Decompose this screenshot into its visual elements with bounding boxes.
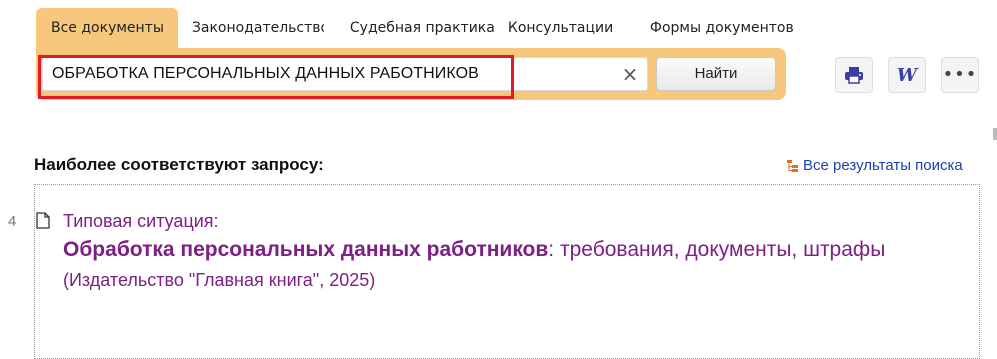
- result-source[interactable]: (Издательство "Главная книга", 2025): [63, 268, 943, 292]
- scrollbar-edge[interactable]: [993, 128, 997, 140]
- results-heading: Наиболее соответствуют запросу:: [34, 155, 324, 174]
- find-button[interactable]: Найти: [656, 57, 776, 91]
- more-icon: •••: [942, 64, 978, 85]
- all-results-link[interactable]: Все результаты поиска: [786, 157, 963, 174]
- result-type[interactable]: Типовая ситуация:: [63, 209, 943, 233]
- word-export-icon: W: [896, 64, 918, 86]
- all-results-label[interactable]: Все результаты поиска: [803, 157, 963, 174]
- tree-list-icon: [787, 159, 798, 172]
- tab-all-documents[interactable]: Все документы: [36, 8, 178, 48]
- result-title[interactable]: Обработка персональных данных работников…: [63, 235, 943, 265]
- tab-consultations[interactable]: Консультации: [496, 8, 640, 48]
- tab-document-forms[interactable]: Формы документов: [640, 8, 804, 48]
- more-button[interactable]: •••: [941, 57, 979, 93]
- print-button[interactable]: [835, 57, 873, 93]
- tab-legislation[interactable]: Законодательство: [178, 8, 324, 48]
- tab-court-practice[interactable]: Судебная практика: [324, 8, 496, 48]
- document-icon: [36, 212, 50, 229]
- result-title-match[interactable]: Обработка персональных данных работников: [63, 238, 548, 261]
- export-word-button[interactable]: W: [888, 57, 926, 93]
- search-input[interactable]: [52, 60, 502, 88]
- document-type-tabs: Все документы Законодательство Судебная …: [36, 8, 804, 48]
- clear-search-button[interactable]: ×: [619, 63, 641, 85]
- result-number: 4: [8, 213, 17, 230]
- result-title-rest[interactable]: : требования, документы, штрафы: [548, 238, 885, 261]
- print-icon: [845, 67, 863, 84]
- result-item[interactable]: Типовая ситуация: Обработка персональных…: [63, 209, 943, 292]
